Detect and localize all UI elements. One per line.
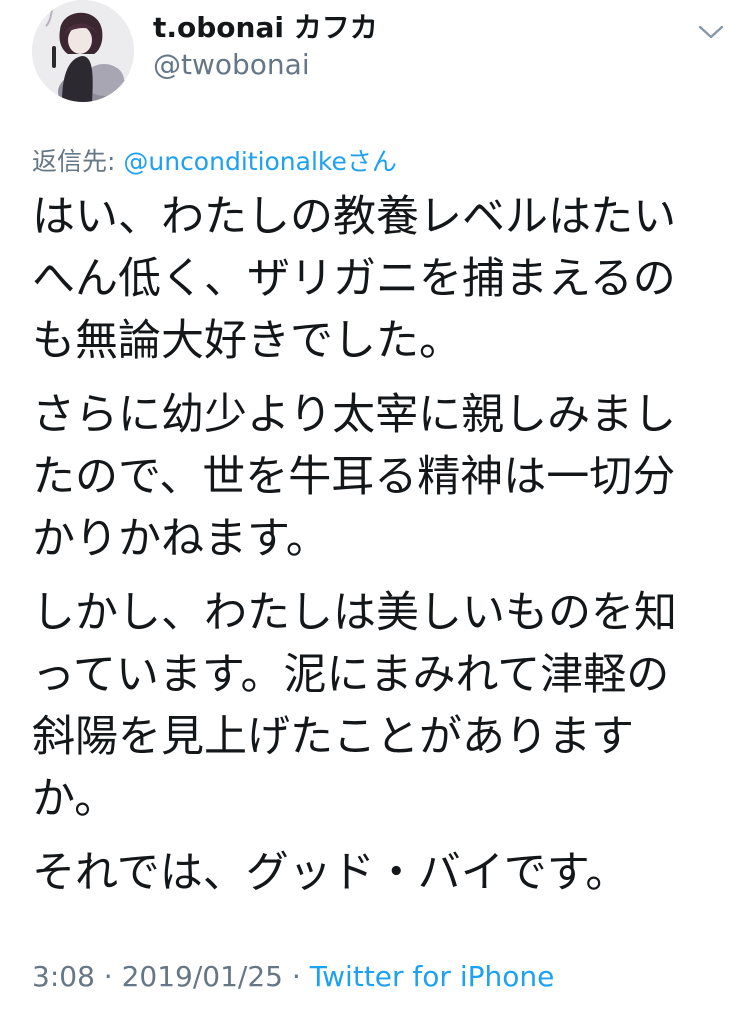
tweet-metadata: 3:08 · 2019/01/25 · Twitter for iPhone: [32, 960, 554, 993]
tweet-paragraph: それでは、グッド・バイです。: [32, 848, 629, 898]
chevron-down-icon[interactable]: [697, 22, 725, 42]
reply-label: 返信先:: [32, 147, 124, 176]
reply-context: 返信先: @unconditionalkeさん: [32, 142, 397, 178]
meta-separator: ·: [94, 960, 122, 993]
reply-user-link[interactable]: @unconditionalkeさん: [123, 147, 397, 176]
tweet-header: t.obonai カフカ @twobonai: [32, 0, 732, 110]
avatar[interactable]: [32, 0, 134, 102]
tweet-date: 2019/01/25: [121, 960, 283, 993]
reply-user-suffix[interactable]: さん: [347, 147, 397, 176]
tweet-time: 3:08: [32, 960, 95, 993]
tweet-paragraph: しかし、わたしは美しいものを知 っています。泥にまみれて津軽の 斜陽を見上げたこ…: [32, 588, 677, 824]
tweet-detail: t.obonai カフカ @twobonai 返信先: @uncondition…: [0, 0, 750, 1021]
tweet-text: はい、わたしの教養レベルはたい へん低く、ザリガニを捕まえるの も無論大好きでし…: [32, 186, 722, 916]
meta-separator: ·: [282, 960, 310, 993]
reply-user-handle[interactable]: @unconditionalke: [123, 147, 347, 176]
user-handle[interactable]: @twobonai: [153, 48, 310, 81]
tweet-source-link[interactable]: Twitter for iPhone: [310, 960, 555, 993]
user-display-name[interactable]: t.obonai カフカ: [153, 6, 378, 46]
tweet-paragraph: さらに幼少より太宰に親しみまし たので、世を牛耳る精神は一切分 かりかねます。: [32, 390, 677, 564]
tweet-paragraph: はい、わたしの教養レベルはたい へん低く、ザリガニを捕まえるの も無論大好きでし…: [32, 192, 677, 366]
